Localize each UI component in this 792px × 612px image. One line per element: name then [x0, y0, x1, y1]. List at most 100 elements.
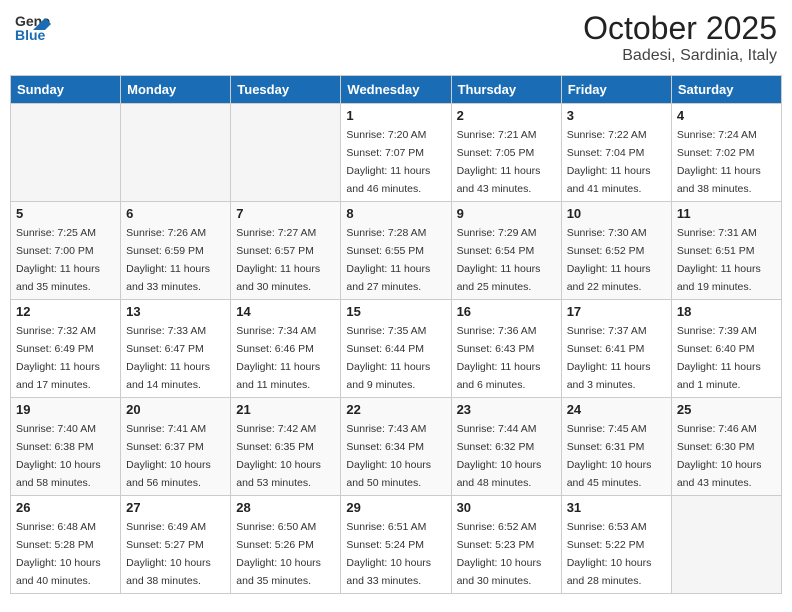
- day-info: Sunrise: 7:42 AMSunset: 6:35 PMDaylight:…: [236, 423, 321, 489]
- page-header: General Blue October 2025 Badesi, Sardin…: [10, 10, 782, 65]
- weekday-header: Saturday: [671, 76, 781, 104]
- calendar-cell: 16Sunrise: 7:36 AMSunset: 6:43 PMDayligh…: [451, 300, 561, 398]
- calendar-cell: 26 Sunrise: 6:48 AMSunset: 5:28 PMDayligh…: [11, 496, 121, 594]
- day-number: 20: [126, 402, 225, 417]
- day-number: 19: [16, 402, 115, 417]
- calendar-week-row: 19 Sunrise: 7:40 AMSunset: 6:38 PMDayligh…: [11, 398, 782, 496]
- day-number: 29: [346, 500, 445, 515]
- day-number: 2: [457, 108, 556, 123]
- calendar-cell: 31 Sunrise: 6:53 AMSunset: 5:22 PMDayligh…: [561, 496, 671, 594]
- day-info: Sunrise: 7:30 AMSunset: 6:52 PMDaylight:…: [567, 227, 651, 293]
- weekday-header: Thursday: [451, 76, 561, 104]
- day-number: 7: [236, 206, 335, 221]
- day-number: 12: [16, 304, 115, 319]
- day-info: Sunrise: 7:33 AMSunset: 6:47 PMDaylight:…: [126, 325, 210, 391]
- calendar-cell: 11 Sunrise: 7:31 AMSunset: 6:51 PMDayligh…: [671, 202, 781, 300]
- calendar-cell: 19 Sunrise: 7:40 AMSunset: 6:38 PMDayligh…: [11, 398, 121, 496]
- calendar-cell: 8Sunrise: 7:28 AMSunset: 6:55 PMDaylight…: [341, 202, 451, 300]
- calendar-cell: 20 Sunrise: 7:41 AMSunset: 6:37 PMDayligh…: [121, 398, 231, 496]
- weekday-header: Sunday: [11, 76, 121, 104]
- day-number: 6: [126, 206, 225, 221]
- day-info: Sunrise: 7:27 AMSunset: 6:57 PMDaylight:…: [236, 227, 320, 293]
- calendar-cell: 25Sunrise: 7:46 AMSunset: 6:30 PMDayligh…: [671, 398, 781, 496]
- day-number: 24: [567, 402, 666, 417]
- day-info: Sunrise: 6:51 AMSunset: 5:24 PMDaylight:…: [346, 521, 431, 587]
- calendar-cell: 12 Sunrise: 7:32 AMSunset: 6:49 PMDayligh…: [11, 300, 121, 398]
- day-number: 9: [457, 206, 556, 221]
- day-info: Sunrise: 7:35 AMSunset: 6:44 PMDaylight:…: [346, 325, 430, 391]
- day-number: 1: [346, 108, 445, 123]
- day-number: 25: [677, 402, 776, 417]
- day-info: Sunrise: 6:49 AMSunset: 5:27 PMDaylight:…: [126, 521, 211, 587]
- calendar-table: SundayMondayTuesdayWednesdayThursdayFrid…: [10, 75, 782, 594]
- day-info: Sunrise: 7:43 AMSunset: 6:34 PMDaylight:…: [346, 423, 431, 489]
- day-info: Sunrise: 7:34 AMSunset: 6:46 PMDaylight:…: [236, 325, 320, 391]
- day-info: Sunrise: 7:39 AMSunset: 6:40 PMDaylight:…: [677, 325, 761, 391]
- day-number: 26: [16, 500, 115, 515]
- day-info: Sunrise: 7:21 AMSunset: 7:05 PMDaylight:…: [457, 129, 541, 195]
- day-number: 14: [236, 304, 335, 319]
- day-info: Sunrise: 7:25 AMSunset: 7:00 PMDaylight:…: [16, 227, 100, 293]
- calendar-week-row: 12 Sunrise: 7:32 AMSunset: 6:49 PMDayligh…: [11, 300, 782, 398]
- calendar-cell: 27 Sunrise: 6:49 AMSunset: 5:27 PMDayligh…: [121, 496, 231, 594]
- day-number: 18: [677, 304, 776, 319]
- calendar-cell: 17 Sunrise: 7:37 AMSunset: 6:41 PMDayligh…: [561, 300, 671, 398]
- day-info: Sunrise: 6:53 AMSunset: 5:22 PMDaylight:…: [567, 521, 652, 587]
- day-info: Sunrise: 7:31 AMSunset: 6:51 PMDaylight:…: [677, 227, 761, 293]
- location: Badesi, Sardinia, Italy: [583, 47, 777, 65]
- day-number: 22: [346, 402, 445, 417]
- calendar-cell: [231, 104, 341, 202]
- calendar-cell: 30Sunrise: 6:52 AMSunset: 5:23 PMDayligh…: [451, 496, 561, 594]
- calendar-cell: 18 Sunrise: 7:39 AMSunset: 6:40 PMDayligh…: [671, 300, 781, 398]
- weekday-header: Tuesday: [231, 76, 341, 104]
- month-title: October 2025: [583, 10, 777, 47]
- day-info: Sunrise: 7:44 AMSunset: 6:32 PMDaylight:…: [457, 423, 542, 489]
- day-info: Sunrise: 7:41 AMSunset: 6:37 PMDaylight:…: [126, 423, 211, 489]
- logo: General Blue: [15, 10, 51, 51]
- calendar-cell: 28 Sunrise: 6:50 AMSunset: 5:26 PMDayligh…: [231, 496, 341, 594]
- calendar-cell: 22 Sunrise: 7:43 AMSunset: 6:34 PMDayligh…: [341, 398, 451, 496]
- day-number: 13: [126, 304, 225, 319]
- calendar-cell: 15 Sunrise: 7:35 AMSunset: 6:44 PMDayligh…: [341, 300, 451, 398]
- calendar-cell: 6 Sunrise: 7:26 AMSunset: 6:59 PMDaylight…: [121, 202, 231, 300]
- calendar-week-row: 5 Sunrise: 7:25 AMSunset: 7:00 PMDaylight…: [11, 202, 782, 300]
- calendar-cell: [121, 104, 231, 202]
- day-info: Sunrise: 7:26 AMSunset: 6:59 PMDaylight:…: [126, 227, 210, 293]
- calendar-cell: 9 Sunrise: 7:29 AMSunset: 6:54 PMDaylight…: [451, 202, 561, 300]
- day-number: 27: [126, 500, 225, 515]
- calendar-cell: 5 Sunrise: 7:25 AMSunset: 7:00 PMDaylight…: [11, 202, 121, 300]
- calendar-week-row: 1Sunrise: 7:20 AMSunset: 7:07 PMDaylight…: [11, 104, 782, 202]
- day-info: Sunrise: 7:22 AMSunset: 7:04 PMDaylight:…: [567, 129, 651, 195]
- calendar-cell: 2 Sunrise: 7:21 AMSunset: 7:05 PMDaylight…: [451, 104, 561, 202]
- calendar-cell: [11, 104, 121, 202]
- day-info: Sunrise: 6:50 AMSunset: 5:26 PMDaylight:…: [236, 521, 321, 587]
- calendar-week-row: 26 Sunrise: 6:48 AMSunset: 5:28 PMDayligh…: [11, 496, 782, 594]
- weekday-header: Friday: [561, 76, 671, 104]
- calendar-cell: [671, 496, 781, 594]
- day-number: 31: [567, 500, 666, 515]
- day-number: 28: [236, 500, 335, 515]
- day-number: 15: [346, 304, 445, 319]
- day-number: 8: [346, 206, 445, 221]
- weekday-header: Monday: [121, 76, 231, 104]
- calendar-cell: 7 Sunrise: 7:27 AMSunset: 6:57 PMDaylight…: [231, 202, 341, 300]
- calendar-cell: 13 Sunrise: 7:33 AMSunset: 6:47 PMDayligh…: [121, 300, 231, 398]
- calendar-cell: 21 Sunrise: 7:42 AMSunset: 6:35 PMDayligh…: [231, 398, 341, 496]
- day-info: Sunrise: 7:32 AMSunset: 6:49 PMDaylight:…: [16, 325, 100, 391]
- day-number: 5: [16, 206, 115, 221]
- day-number: 21: [236, 402, 335, 417]
- calendar-cell: 14 Sunrise: 7:34 AMSunset: 6:46 PMDayligh…: [231, 300, 341, 398]
- day-info: Sunrise: 6:48 AMSunset: 5:28 PMDaylight:…: [16, 521, 101, 587]
- calendar-cell: 29 Sunrise: 6:51 AMSunset: 5:24 PMDayligh…: [341, 496, 451, 594]
- calendar-cell: 4Sunrise: 7:24 AMSunset: 7:02 PMDaylight…: [671, 104, 781, 202]
- day-number: 11: [677, 206, 776, 221]
- day-info: Sunrise: 7:37 AMSunset: 6:41 PMDaylight:…: [567, 325, 651, 391]
- day-info: Sunrise: 7:24 AMSunset: 7:02 PMDaylight:…: [677, 129, 761, 195]
- day-info: Sunrise: 7:36 AMSunset: 6:43 PMDaylight:…: [457, 325, 541, 391]
- day-number: 30: [457, 500, 556, 515]
- weekday-header: Wednesday: [341, 76, 451, 104]
- day-number: 17: [567, 304, 666, 319]
- weekday-header-row: SundayMondayTuesdayWednesdayThursdayFrid…: [11, 76, 782, 104]
- day-info: Sunrise: 7:40 AMSunset: 6:38 PMDaylight:…: [16, 423, 101, 489]
- day-info: Sunrise: 7:29 AMSunset: 6:54 PMDaylight:…: [457, 227, 541, 293]
